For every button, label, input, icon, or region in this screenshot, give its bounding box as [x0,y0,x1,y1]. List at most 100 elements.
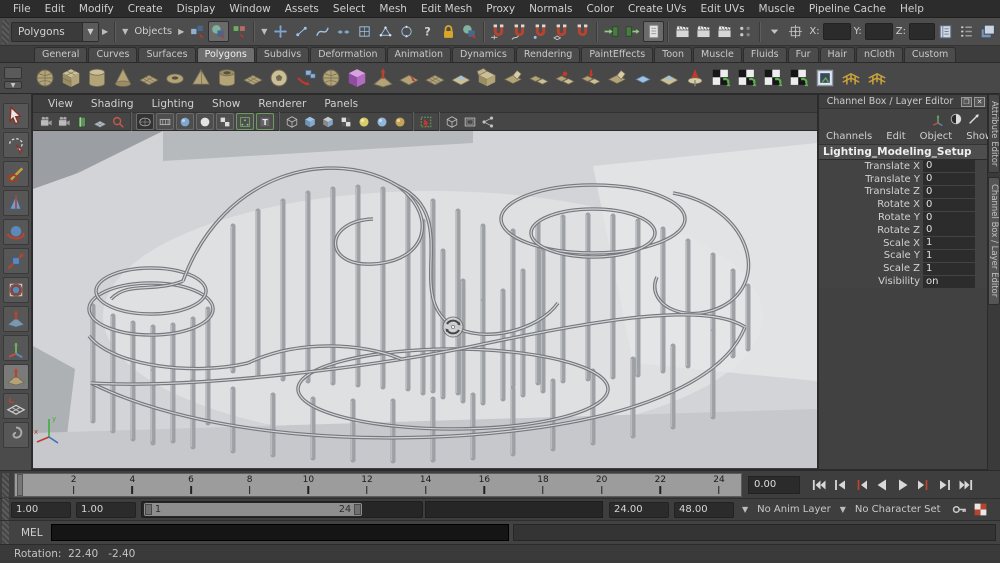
select-tool-icon[interactable] [3,103,29,129]
grease-pencil-icon[interactable] [443,113,461,130]
snap-to-points-icon[interactable] [530,21,551,42]
time-slider-drag-handle[interactable] [2,473,9,497]
open-render-view-icon[interactable] [672,21,693,42]
shelf-tab-custom[interactable]: Custom [904,47,956,62]
float-window-icon[interactable]: ❐ [961,97,972,107]
channel-value[interactable]: on [923,276,975,288]
sphere-primitive-icon[interactable] [32,65,58,91]
mesh-plane-icon[interactable] [422,65,448,91]
command-line-drag-handle[interactable] [2,521,9,545]
channel-box-menu-edit[interactable]: Edit [879,131,912,142]
shelf-tab-fluids[interactable]: Fluids [743,47,787,62]
image-plane-icon[interactable] [91,113,109,130]
channel-value[interactable]: 0 [923,160,975,172]
lasso-select-tool-icon[interactable] [3,132,29,158]
shelf-tab-fur[interactable]: Fur [788,47,819,62]
anim-layer-selector[interactable]: No Anim Layer [751,504,837,515]
plane-handles-icon[interactable] [240,65,266,91]
step-forward-key-icon[interactable] [934,475,955,495]
channel-value[interactable]: 0 [923,186,975,198]
checker-display-icon[interactable] [216,113,234,130]
curves-mask-icon[interactable] [312,21,333,42]
box-pair-icon[interactable] [526,65,552,91]
box-red-dot-icon[interactable] [552,65,578,91]
menu-display[interactable]: Display [170,3,223,15]
y-coord-input[interactable] [865,23,893,40]
command-input[interactable] [51,524,509,541]
shelf-tab-curves[interactable]: Curves [88,47,137,62]
menu-assets[interactable]: Assets [278,3,326,15]
channel-value[interactable]: 1 [923,237,975,249]
bookmark-icon[interactable] [73,113,91,130]
share-node-icon[interactable] [479,113,497,130]
box-fold-icon[interactable] [604,65,630,91]
render-settings-icon[interactable] [735,21,756,42]
go-to-start-icon[interactable] [808,475,829,495]
auto-keyframe-icon[interactable] [970,499,991,520]
menu-color[interactable]: Color [580,3,621,15]
menu-create-uvs[interactable]: Create UVs [621,3,694,15]
checker-green-arrow-3-icon[interactable] [760,65,786,91]
cube-primitive-icon[interactable] [58,65,84,91]
menu-window[interactable]: Window [222,3,277,15]
select-by-object-icon[interactable] [208,21,229,42]
pyramid-primitive-icon[interactable] [188,65,214,91]
purple-cube-icon[interactable] [344,65,370,91]
dynamics-mask-icon[interactable] [375,21,396,42]
soft-modification-tool-icon[interactable] [3,306,29,332]
plane-primitive-icon[interactable] [136,65,162,91]
range-slider-track[interactable]: 1 24 [141,501,423,518]
manipulator-axis-icon[interactable] [929,110,947,128]
make-live-icon[interactable] [572,21,593,42]
menu-help[interactable]: Help [893,3,931,15]
gold-lattice-2-icon[interactable] [864,65,890,91]
sphere-pair-icon[interactable] [318,65,344,91]
cylinder-primitive-icon[interactable] [84,65,110,91]
camera-attributes-icon[interactable] [55,113,73,130]
command-language-label[interactable]: MEL [11,527,51,539]
bed-blue-icon[interactable] [448,65,474,91]
range-start-handle[interactable] [145,504,152,515]
select-by-component-icon[interactable] [229,21,250,42]
plane-red-arrow-icon[interactable] [370,65,396,91]
range-slider-drag-handle[interactable] [2,498,9,522]
channel-value[interactable]: 0 [923,199,975,211]
gold-sphere-icon[interactable] [391,113,409,130]
points-mask-icon[interactable] [291,21,312,42]
menu-normals[interactable]: Normals [522,3,579,15]
playback-start-field[interactable]: 1.00 [76,502,136,518]
viewport-menu-shading[interactable]: Shading [82,98,143,110]
playback-end-field[interactable]: 24.00 [609,502,669,518]
shelf-menu-button[interactable] [4,67,22,79]
move-mask-icon[interactable] [270,21,291,42]
collapse-arrow-icon[interactable]: ▶ [99,27,111,36]
field-menu-icon[interactable] [764,21,785,42]
circled-sphere-icon[interactable] [266,65,292,91]
scale-tool-icon[interactable] [3,248,29,274]
shelf-tab-toon[interactable]: Toon [654,47,692,62]
menu-proxy[interactable]: Proxy [479,3,522,15]
output-connections-icon[interactable] [622,21,643,42]
shelf-tab-ncloth[interactable]: nCloth [856,47,903,62]
box-lid-icon[interactable] [500,65,526,91]
current-tool-icon[interactable] [3,364,29,390]
channel-value[interactable]: 1 [923,263,975,275]
step-back-frame-icon[interactable] [850,475,871,495]
pipe-primitive-icon[interactable] [214,65,240,91]
resolution-gate-icon[interactable] [461,113,479,130]
show-manipulator-tool-icon[interactable] [3,335,29,361]
animation-end-field[interactable]: 48.00 [674,502,734,518]
viewport-menu-renderer[interactable]: Renderer [249,98,315,110]
shelf-tab-deformation[interactable]: Deformation [310,47,385,62]
mesh-red-cursor-icon[interactable] [396,65,422,91]
range-end-handle[interactable] [354,504,361,515]
shelf-tab-dynamics[interactable]: Dynamics [452,47,515,62]
character-set-menu-icon[interactable]: ▼ [837,505,849,514]
pick-arrow-icon[interactable] [965,110,983,128]
channel-value[interactable]: 1 [923,250,975,262]
play-forwards-icon[interactable] [892,475,913,495]
shelf-tab-surfaces[interactable]: Surfaces [138,47,195,62]
menu-pipeline-cache[interactable]: Pipeline Cache [802,3,893,15]
viewport-menu-lighting[interactable]: Lighting [143,98,203,110]
menu-file[interactable]: File [6,3,38,15]
